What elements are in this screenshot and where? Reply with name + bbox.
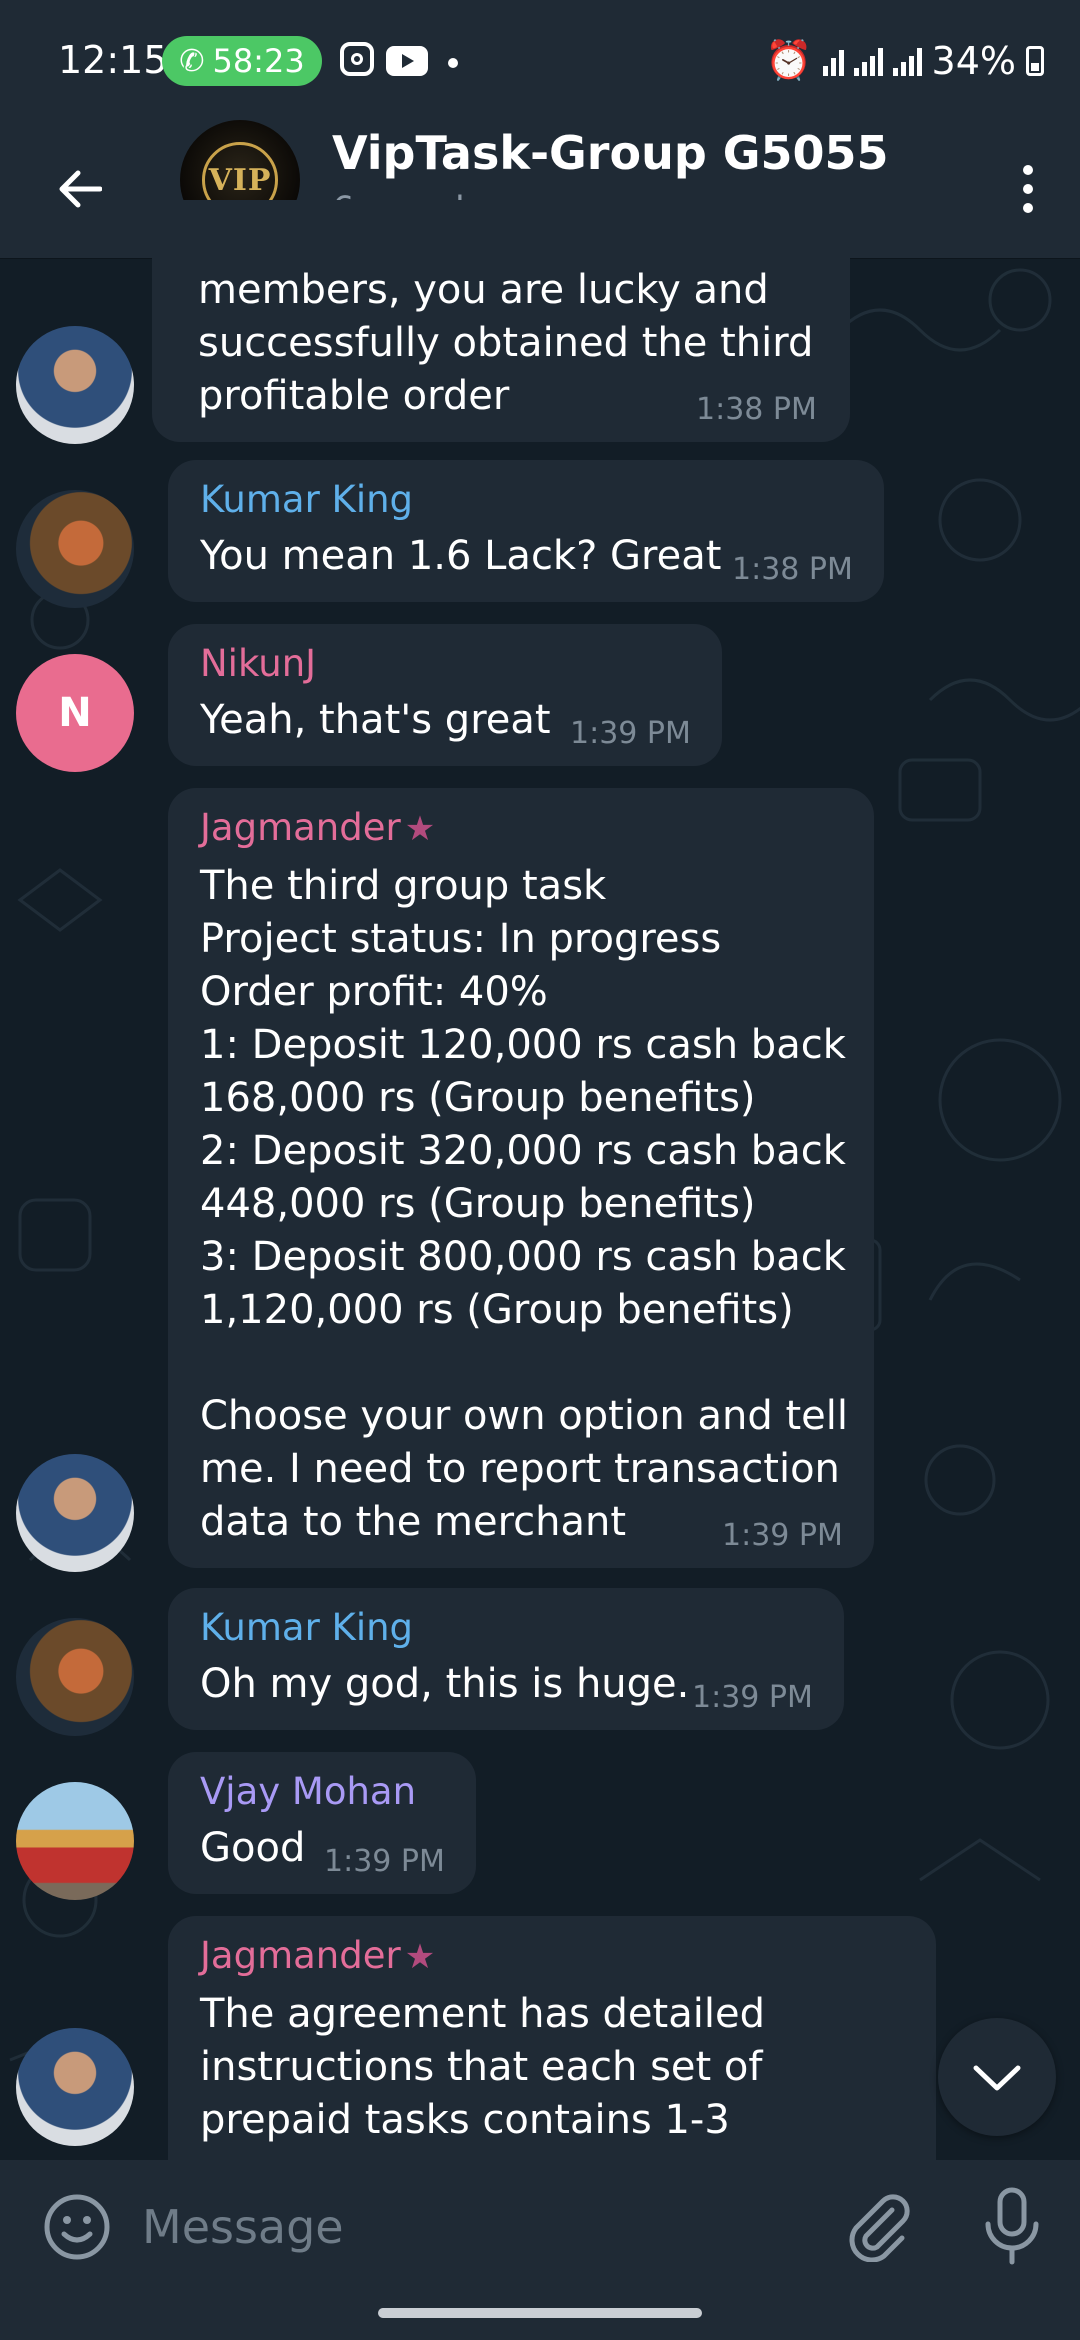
sender-name-text: Jagmander (200, 806, 401, 849)
sender-name[interactable]: Kumar King (200, 478, 413, 521)
sender-name[interactable]: Vjay Mohan (200, 1770, 416, 1813)
battery-icon (1026, 45, 1044, 76)
message-bubble[interactable]: Kumar King Oh my god, this is huge. 1:39… (168, 1588, 844, 1730)
message-text: The agreement has detailed instructions … (200, 1991, 765, 2143)
message-bubble[interactable]: members, you are lucky and successfully … (152, 200, 850, 442)
avatar[interactable] (16, 326, 134, 444)
alarm-icon: ⏰ (765, 38, 813, 82)
avatar-letter: N (58, 690, 92, 736)
message-input[interactable]: Message (142, 2200, 344, 2254)
status-right-icons: ⏰ 34% (765, 38, 1044, 83)
message-text: You mean 1.6 Lack? Great (200, 533, 722, 579)
message-time: 1:38 PM (696, 392, 817, 427)
avatar[interactable] (16, 2028, 134, 2146)
avatar[interactable] (16, 1454, 134, 1572)
voice-record-button[interactable] (976, 2184, 1048, 2268)
emoji-button[interactable] (42, 2192, 112, 2262)
sender-name[interactable]: Jagmander ★ (200, 1934, 435, 1977)
attach-button[interactable] (842, 2190, 914, 2263)
message-bubble[interactable]: Kumar King You mean 1.6 Lack? Great 1:38… (168, 460, 884, 602)
arrow-left-icon (59, 170, 102, 208)
dot (1023, 165, 1033, 175)
message-time: 1:39 PM (722, 1518, 843, 1553)
avatar[interactable] (16, 1782, 134, 1900)
sender-name[interactable]: NikunJ (200, 642, 316, 685)
instagram-icon (340, 42, 374, 76)
signal-icon-2 (892, 46, 922, 76)
message-bubble[interactable]: NikunJ Yeah, that's great 1:39 PM (168, 624, 722, 766)
phone-icon: ✆ (179, 43, 205, 79)
sender-name[interactable]: Jagmander ★ (200, 806, 435, 849)
chevron-down-icon (973, 2065, 1021, 2091)
message-time: 1:39 PM (692, 1680, 813, 1715)
home-gesture-handle[interactable] (378, 2308, 702, 2318)
sender-name-text: Jagmander (200, 1934, 401, 1977)
more-options-button[interactable] (998, 154, 1058, 224)
status-time: 12:15 (58, 38, 168, 82)
message-bubble[interactable]: Jagmander ★ The agreement has detailed in… (168, 1916, 936, 2160)
message-text: Good (200, 1825, 306, 1871)
message-input-bar: Message (0, 2160, 1080, 2294)
message-time: 1:38 PM (732, 552, 853, 587)
dot (1023, 184, 1033, 194)
star-icon: ★ (404, 1937, 436, 1977)
avatar[interactable] (16, 1618, 134, 1736)
avatar[interactable]: N (16, 654, 134, 772)
sender-name[interactable]: Kumar King (200, 1606, 413, 1649)
smiley-icon (44, 2194, 110, 2260)
message-time: 1:39 PM (570, 716, 691, 751)
avatar[interactable] (16, 490, 134, 608)
message-bubble[interactable]: Jagmander ★ The third group task Project … (168, 788, 874, 1568)
dot (1023, 203, 1033, 213)
message-text: The third group task Project status: In … (200, 863, 848, 1545)
message-text: Oh my god, this is huge. (200, 1661, 690, 1707)
paperclip-icon (849, 2194, 910, 2263)
message-time: 1:39 PM (324, 1844, 445, 1879)
chat-title[interactable]: VipTask-Group G5055 (332, 126, 889, 180)
star-icon: ★ (404, 809, 436, 849)
scroll-to-bottom-button[interactable] (938, 2018, 1056, 2136)
ongoing-call-chip[interactable]: ✆ 58:23 (162, 36, 322, 86)
message-bubble[interactable]: Vjay Mohan Good 1:39 PM (168, 1752, 476, 1894)
status-bar: 12:15 ✆ 58:23 ⏰ 34% (0, 0, 1080, 120)
signal-icon (853, 46, 883, 76)
call-duration: 58:23 (212, 42, 305, 80)
battery-percent: 34% (931, 38, 1016, 83)
youtube-icon (386, 46, 428, 76)
microphone-icon (985, 2187, 1039, 2265)
back-button[interactable] (44, 154, 114, 224)
wifi-call-icon (822, 46, 844, 76)
system-nav-bar (0, 2294, 1080, 2340)
more-notifications-icon (448, 58, 458, 68)
message-text: Yeah, that's great (200, 697, 551, 743)
